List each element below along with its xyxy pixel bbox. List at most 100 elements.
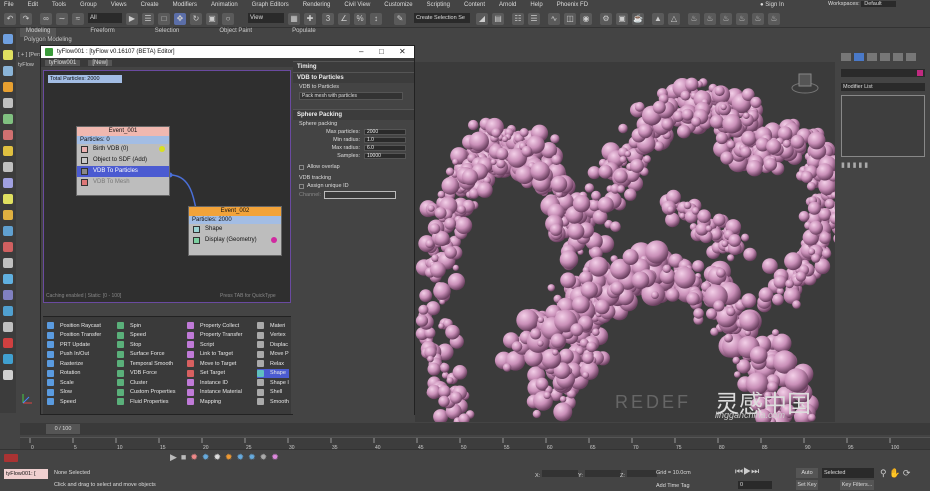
reference-coordinate-dropdown[interactable]: View bbox=[248, 13, 284, 23]
modify-tab-icon[interactable] bbox=[854, 53, 864, 61]
spacewarp-icon[interactable] bbox=[3, 98, 13, 108]
operator-display[interactable]: Display (Geometry) bbox=[189, 235, 281, 246]
sun-icon[interactable] bbox=[3, 146, 13, 156]
operator-vdb-to-particles[interactable]: VDB To Particles bbox=[77, 166, 169, 177]
flow-canvas[interactable]: Total Particles: 2000 Event_001 Particle… bbox=[43, 70, 291, 303]
operator-list-item[interactable]: Surface Force bbox=[117, 350, 187, 360]
maximize-icon[interactable]: □ bbox=[379, 46, 384, 58]
field-spinner[interactable]: 10000 bbox=[364, 153, 406, 159]
operator-list-item[interactable]: Custom Properties bbox=[117, 388, 187, 398]
layer-explorer-icon[interactable]: ☰ bbox=[528, 13, 540, 25]
add-time-tag[interactable]: Add Time Tag bbox=[656, 483, 690, 489]
scale-icon[interactable]: ▣ bbox=[206, 13, 218, 25]
settings-icon[interactable] bbox=[3, 370, 13, 380]
event-1-title[interactable]: Event_001 bbox=[77, 127, 169, 136]
operator-list-item[interactable]: Mapping bbox=[187, 397, 257, 407]
motion-tab-icon[interactable] bbox=[880, 53, 890, 61]
modifier-list-dropdown[interactable]: Modifier List bbox=[841, 83, 925, 91]
prev-key-icon[interactable]: ⏮ bbox=[735, 466, 743, 476]
menu-scripting[interactable]: Scripting bbox=[427, 2, 450, 8]
snap-icon[interactable]: 3 bbox=[322, 13, 334, 25]
rendered-frame-icon[interactable]: ▣ bbox=[616, 13, 628, 25]
field-spinner[interactable]: 6.0 bbox=[364, 145, 406, 151]
operator-list-item[interactable]: Script bbox=[187, 340, 257, 350]
time-slider[interactable]: 0 / 100 bbox=[20, 423, 930, 435]
menu-modifiers[interactable]: Modifiers bbox=[173, 2, 197, 8]
next-key-icon[interactable]: ⏭ bbox=[751, 466, 759, 476]
close-icon[interactable]: ✕ bbox=[399, 46, 406, 58]
named-selection-set-dropdown[interactable]: Create Selection Se bbox=[414, 13, 470, 23]
viewport-label[interactable]: [ + ] [Pers bbox=[18, 52, 42, 58]
water-icon[interactable] bbox=[3, 354, 13, 364]
operator-list-item[interactable]: Instance ID bbox=[187, 378, 257, 388]
operator-list-item[interactable]: Speed bbox=[117, 331, 187, 341]
operator-list-item[interactable]: Position Transfer bbox=[47, 331, 117, 341]
operator-list-item[interactable]: Move to Target bbox=[187, 359, 257, 369]
edit-named-selection-icon[interactable]: ✎ bbox=[394, 13, 406, 25]
time-slider-thumb[interactable]: 0 / 100 bbox=[46, 424, 80, 434]
track-bar[interactable]: 0 5 10 15 20 25 30 35 40 45 50 55 60 65 70 75 80 85 90 95 10… bbox=[20, 437, 930, 451]
keyboard-shortcut-icon[interactable]: ✚ bbox=[304, 13, 316, 25]
selection-filter-dropdown[interactable]: All bbox=[88, 13, 122, 23]
render-setup-icon[interactable]: ⚙ bbox=[600, 13, 612, 25]
phoenix-liquid-icon[interactable]: ♨ bbox=[720, 13, 732, 25]
phoenix-fire-icon[interactable]: ♨ bbox=[704, 13, 716, 25]
operator-list-item[interactable]: Set Target bbox=[187, 369, 257, 379]
operator-list-item[interactable]: Shell bbox=[257, 388, 289, 398]
menu-graph-editors[interactable]: Graph Editors bbox=[252, 2, 289, 8]
phoenix-foam-icon[interactable]: ♨ bbox=[736, 13, 748, 25]
operator-list-item[interactable]: VDB Force bbox=[117, 369, 187, 379]
maxscript-listener[interactable]: tyFlow001: [ bbox=[4, 469, 48, 479]
particle-icon[interactable] bbox=[3, 306, 13, 316]
operator-list-item[interactable]: Shape bbox=[257, 368, 289, 378]
rollout-sphere-packing[interactable]: Sphere Packing bbox=[293, 109, 414, 120]
object-name-input[interactable] bbox=[841, 69, 925, 77]
play-icon[interactable]: ▶ bbox=[170, 452, 181, 462]
ribbon-tab-populate[interactable]: Populate bbox=[286, 28, 322, 37]
grid-icon[interactable] bbox=[3, 258, 13, 268]
menu-rendering[interactable]: Rendering bbox=[303, 2, 331, 8]
systems-icon[interactable] bbox=[3, 114, 13, 124]
pan-icon[interactable]: ✋ bbox=[889, 468, 900, 478]
current-frame-field[interactable]: 0 bbox=[738, 481, 772, 489]
key-filters-button[interactable]: Key Filters... bbox=[840, 480, 874, 490]
ribbon-tab-freeform[interactable]: Freeform bbox=[84, 28, 120, 37]
spinner-snap-icon[interactable]: ↕ bbox=[370, 13, 382, 25]
utilities-tab-icon[interactable] bbox=[906, 53, 916, 61]
ocean-icon[interactable]: ✹ bbox=[248, 452, 260, 462]
mirror-icon[interactable]: ◢ bbox=[476, 13, 488, 25]
operator-list-item[interactable]: Property Transfer bbox=[187, 331, 257, 341]
maxscript-icon[interactable] bbox=[4, 454, 18, 462]
event-node-1[interactable]: Event_001 Particles: 0 Birth VDB (0) Obj… bbox=[76, 126, 170, 196]
create-tab-icon[interactable] bbox=[841, 53, 851, 61]
redo-icon[interactable]: ↷ bbox=[20, 13, 32, 25]
menu-arnold[interactable]: Arnold bbox=[499, 2, 516, 8]
operator-list-item[interactable]: Link to Target bbox=[187, 350, 257, 360]
field-spinner[interactable]: 1.0 bbox=[364, 137, 406, 143]
operator-list-item[interactable]: Scale bbox=[47, 378, 117, 388]
key-mode-dropdown[interactable]: Selected bbox=[822, 468, 874, 478]
camera-icon[interactable] bbox=[3, 66, 13, 76]
star-icon[interactable] bbox=[3, 194, 13, 204]
auto-key-button[interactable]: Auto Key bbox=[796, 468, 818, 486]
operator-list-item[interactable]: Slow bbox=[47, 388, 117, 398]
operator-vdb-to-mesh[interactable]: VDB To Mesh bbox=[77, 177, 169, 188]
splash-icon[interactable]: ✹ bbox=[237, 452, 249, 462]
box-icon[interactable] bbox=[3, 322, 13, 332]
sign-in-button[interactable]: ● Sign In bbox=[760, 0, 820, 10]
angle-snap-icon[interactable]: ∠ bbox=[338, 13, 350, 25]
operator-birth-vdb[interactable]: Birth VDB (0) bbox=[77, 144, 169, 155]
placement-icon[interactable]: ○ bbox=[222, 13, 234, 25]
modifier-stack[interactable] bbox=[841, 95, 925, 157]
pivot-icon[interactable]: ▦ bbox=[288, 13, 300, 25]
sun2-icon[interactable] bbox=[3, 210, 13, 220]
event-2-title[interactable]: Event_002 bbox=[189, 207, 281, 216]
operator-list-item[interactable]: Vertex bbox=[257, 331, 289, 341]
operator-list-item[interactable]: PRT Update bbox=[47, 340, 117, 350]
link-icon[interactable]: ∞ bbox=[40, 13, 52, 25]
operator-list-item[interactable]: Position Raycast bbox=[47, 321, 117, 331]
gear-icon[interactable] bbox=[3, 226, 13, 236]
menu-customize[interactable]: Customize bbox=[384, 2, 412, 8]
tool-icon[interactable] bbox=[3, 130, 13, 140]
select-move-icon[interactable]: ✥ bbox=[174, 13, 186, 25]
